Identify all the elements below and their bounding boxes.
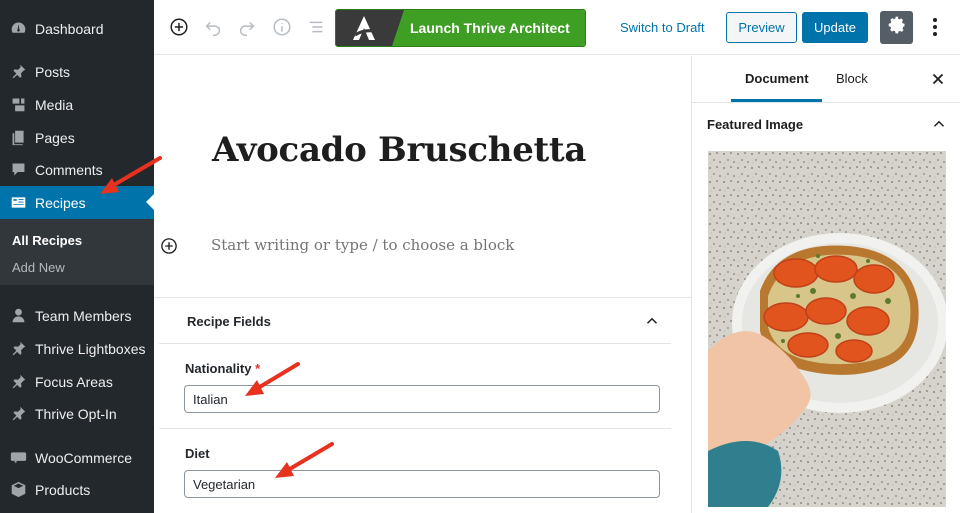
- nationality-label: Nationality *: [185, 361, 260, 376]
- undo-icon[interactable]: [201, 15, 225, 39]
- sidebar-item-comments[interactable]: Comments: [0, 153, 154, 186]
- sidebar-item-thrive-lightboxes[interactable]: Thrive Lightboxes: [0, 332, 154, 365]
- recipes-icon: [9, 194, 27, 212]
- admin-sidebar: Dashboard Posts Media Pages Comments Rec…: [0, 0, 154, 513]
- pin-icon: [9, 405, 27, 423]
- add-block-icon[interactable]: [167, 15, 191, 39]
- bruschetta-photo: [708, 151, 946, 507]
- sidebar-item-products[interactable]: Products: [0, 473, 154, 506]
- submenu-add-new[interactable]: Add New: [12, 260, 65, 275]
- featured-image-heading: Featured Image: [707, 117, 804, 132]
- recipe-fields-title: Recipe Fields: [187, 314, 271, 329]
- nationality-input[interactable]: Italian: [184, 385, 660, 413]
- close-icon[interactable]: [930, 71, 946, 87]
- sidebar-item-label: Thrive Opt-In: [35, 405, 117, 422]
- recipe-fields-header[interactable]: Recipe Fields: [159, 298, 671, 344]
- switch-to-draft-button[interactable]: Switch to Draft: [620, 20, 705, 35]
- pin-icon: [9, 63, 27, 81]
- more-dot: [933, 25, 937, 29]
- thrive-architect-logo: [336, 10, 392, 46]
- settings-button[interactable]: [880, 11, 913, 44]
- more-dot: [933, 32, 937, 36]
- launch-thrive-architect-button[interactable]: Launch Thrive Architect: [335, 9, 586, 47]
- nationality-field: Nationality * Italian: [159, 344, 671, 428]
- post-title[interactable]: Avocado Bruschetta: [212, 130, 586, 170]
- diet-field: Diet Vegetarian: [159, 429, 671, 513]
- sidebar-item-posts[interactable]: Posts: [0, 55, 154, 88]
- update-button[interactable]: Update: [802, 12, 868, 43]
- dashboard-icon: [9, 20, 27, 38]
- media-icon: [9, 96, 27, 114]
- launch-label: Launch Thrive Architect: [410, 20, 570, 36]
- editor-toolbar: Launch Thrive Architect Switch to Draft …: [154, 0, 960, 55]
- comment-icon: [9, 161, 27, 179]
- sidebar-item-label: Pages: [35, 129, 75, 146]
- block-placeholder[interactable]: Start writing or type / to choose a bloc…: [211, 236, 514, 254]
- sidebar-item-media[interactable]: Media: [0, 88, 154, 121]
- editor-canvas: Avocado Bruschetta Start writing or type…: [154, 56, 691, 513]
- sidebar-item-label: Team Members: [35, 307, 132, 324]
- settings-tabs: Document Block: [692, 56, 960, 103]
- sidebar-item-team-members[interactable]: Team Members: [0, 299, 154, 332]
- preview-button[interactable]: Preview: [726, 12, 797, 43]
- sidebar-item-pages[interactable]: Pages: [0, 121, 154, 154]
- sidebar-item-label: Products: [35, 481, 91, 498]
- products-icon: [9, 481, 27, 499]
- nationality-label-text: Nationality: [185, 361, 252, 376]
- sidebar-item-thrive-opt-in[interactable]: Thrive Opt-In: [0, 397, 154, 430]
- redo-icon[interactable]: [235, 15, 259, 39]
- gear-icon: [887, 15, 907, 40]
- active-tab-indicator: [731, 99, 822, 102]
- info-icon[interactable]: [270, 15, 294, 39]
- tab-block[interactable]: Block: [836, 71, 868, 86]
- diet-input[interactable]: Vegetarian: [184, 470, 660, 498]
- sidebar-item-label: Comments: [35, 161, 103, 178]
- sidebar-item-label: Media: [35, 96, 74, 113]
- required-marker: *: [255, 361, 261, 376]
- pin-icon: [9, 340, 27, 358]
- featured-image-thumbnail[interactable]: [708, 151, 946, 507]
- chevron-up-icon[interactable]: [643, 312, 661, 330]
- tab-document[interactable]: Document: [745, 71, 809, 86]
- woocommerce-icon: [9, 449, 27, 467]
- pages-icon: [9, 129, 27, 147]
- sidebar-item-label: Posts: [35, 63, 71, 80]
- more-options-button[interactable]: [924, 15, 946, 39]
- sidebar-item-label: Thrive Lightboxes: [35, 340, 146, 357]
- sidebar-item-label: WooCommerce: [35, 449, 132, 466]
- sidebar-item-label: Recipes: [35, 194, 86, 211]
- sidebar-item-recipes[interactable]: Recipes: [0, 186, 154, 219]
- pin-icon: [9, 373, 27, 391]
- sidebar-item-focus-areas[interactable]: Focus Areas: [0, 365, 154, 398]
- recipe-fields-panel: Recipe Fields Nationality * Italian Diet…: [154, 297, 691, 513]
- settings-sidebar: Document Block Featured Image: [691, 56, 960, 513]
- diet-label: Diet: [185, 446, 210, 461]
- list-view-icon[interactable]: [304, 15, 328, 39]
- recipes-submenu: All Recipes Add New: [0, 219, 154, 285]
- sidebar-item-dashboard[interactable]: Dashboard: [0, 12, 154, 45]
- sidebar-item-label: Focus Areas: [35, 373, 113, 390]
- inline-add-block-icon[interactable]: [160, 237, 178, 255]
- chevron-up-icon[interactable]: [930, 115, 948, 133]
- submenu-all-recipes[interactable]: All Recipes: [12, 233, 82, 248]
- sidebar-item-woocommerce[interactable]: WooCommerce: [0, 441, 154, 474]
- user-icon: [9, 307, 27, 325]
- sidebar-item-label: Dashboard: [35, 20, 104, 37]
- more-dot: [933, 18, 937, 22]
